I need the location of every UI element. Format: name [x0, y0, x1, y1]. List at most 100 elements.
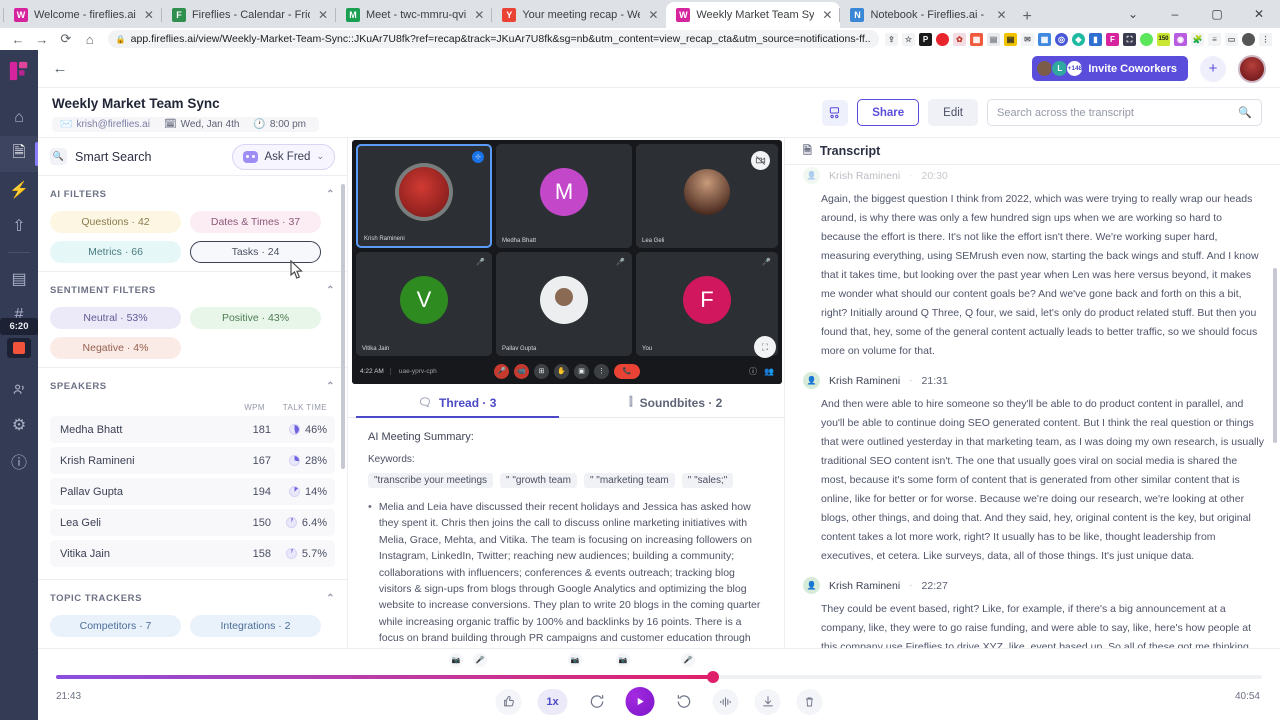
filter-chip-positive[interactable]: Positive · 43% [190, 307, 321, 329]
playback-speed-button[interactable]: 1x [537, 688, 568, 715]
fireflies-icon[interactable]: F [1106, 32, 1119, 46]
loom-icon[interactable]: ◎ [1055, 32, 1068, 46]
add-button[interactable]: + [1200, 55, 1226, 82]
transcript-timestamp[interactable]: 21:31 [922, 375, 948, 387]
news-icon[interactable]: ▮ [1089, 32, 1102, 46]
sidebar-item-help[interactable]: ⓘ [0, 443, 38, 479]
captions-icon[interactable]: ▣ [574, 363, 589, 379]
forward-15-icon[interactable] [671, 689, 697, 715]
download-icon[interactable] [754, 688, 781, 715]
notes-icon[interactable]: ▤ [1004, 32, 1017, 46]
forward-icon[interactable]: → [30, 32, 54, 47]
transcript-search[interactable]: 🔍 [987, 99, 1262, 126]
reload-icon[interactable]: ⟳ [54, 31, 78, 47]
address-bar[interactable]: 🔒 app.fireflies.ai/view/Weekly-Market-Te… [107, 30, 879, 48]
chevron-down-icon[interactable]: ⌄ [1112, 7, 1154, 21]
video-tile-lea-geli[interactable]: Lea Geli [636, 144, 778, 248]
table-row[interactable]: Krish Ramineni 167 28% [50, 447, 335, 474]
invite-coworkers-button[interactable]: L +148 Invite Coworkers [1032, 56, 1188, 81]
rewind-5-icon[interactable] [584, 689, 610, 715]
table-row[interactable]: Vitika Jain 158 5.7% [50, 540, 335, 567]
calendar-icon[interactable]: ▦ [1038, 32, 1051, 46]
sidebar-item-layers[interactable]: ▤ [0, 261, 38, 297]
sidebar-item-teammates[interactable] [0, 371, 38, 407]
tab-soundbites[interactable]: ⫿ Soundbites · 2 [567, 388, 786, 417]
video-tile-pallav-gupta[interactable]: 🎤 Pallav Gupta [496, 252, 632, 356]
chevron-up-icon[interactable]: ⌃ [326, 381, 335, 392]
smart-search-label-group[interactable]: 🔍 Smart Search [50, 148, 151, 165]
fullscreen-icon[interactable]: ⛶ [754, 336, 776, 358]
more-icon[interactable]: ⋮ [594, 363, 609, 379]
delete-icon[interactable] [796, 688, 823, 715]
topic-chip-integrations[interactable]: Integrations · 2 [190, 615, 321, 637]
seek-handle[interactable] [707, 671, 720, 683]
info-icon[interactable]: ⓘ [749, 366, 757, 377]
table-row[interactable]: Pallav Gupta 194 14% [50, 478, 335, 505]
close-icon[interactable]: ✕ [1238, 7, 1280, 21]
filter-chip-neutral[interactable]: Neutral · 53% [50, 307, 181, 329]
puzzle-icon[interactable]: 🧩 [1191, 32, 1204, 46]
table-row[interactable]: Lea Geli 150 6.4% [50, 509, 335, 536]
camera-off-icon[interactable]: 📹 [514, 363, 529, 379]
table-row[interactable]: Medha Bhatt 181 46% [50, 416, 335, 443]
sidebar-item-home[interactable]: ⌂ [0, 100, 38, 136]
pocket-icon[interactable]: P [919, 32, 932, 46]
seek-track[interactable] [56, 671, 1262, 683]
pin-icon[interactable]: ⊹ [472, 151, 484, 163]
edit-button[interactable]: Edit [928, 99, 978, 126]
filter-chip-questions[interactable]: Questions · 42 [50, 211, 181, 233]
grid-icon[interactable]: ▦ [970, 32, 983, 46]
back-arrow-icon[interactable]: ← [38, 60, 82, 77]
close-icon[interactable]: ✕ [648, 9, 658, 21]
avatar[interactable] [1238, 54, 1266, 83]
green-dot-icon[interactable] [1140, 32, 1153, 46]
transcript-entry[interactable]: 👤 Krish Ramineni · 21:31 And then were a… [785, 372, 1280, 566]
filter-chip-dates-times[interactable]: Dates & Times · 37 [190, 211, 321, 233]
raise-hand-icon[interactable]: ✋ [554, 363, 569, 379]
browser-tab[interactable]: Y Your meeting recap - Weekly Ma ✕ [491, 2, 666, 28]
bookmark-star-icon[interactable]: ☆ [902, 32, 915, 46]
filter-chip-negative[interactable]: Negative · 4% [50, 337, 181, 359]
mic-off-icon[interactable]: 🎤 [494, 363, 509, 379]
sidebar-item-settings[interactable]: ⚙ [0, 407, 38, 443]
browser-tab[interactable]: F Fireflies - Calendar - Friday, Janu ✕ [160, 2, 336, 28]
thumbs-up-icon[interactable] [495, 688, 522, 715]
ask-fred-button[interactable]: Ask Fred ⌄ [232, 143, 335, 170]
close-icon[interactable]: ✕ [474, 9, 484, 21]
maximize-icon[interactable]: ▢ [1196, 7, 1238, 21]
chevron-up-icon[interactable]: ⌃ [326, 189, 335, 200]
video-tile-vitika-jain[interactable]: V 🎤 Vitika Jain [356, 252, 492, 356]
new-tab-button[interactable]: + [1015, 8, 1040, 28]
mail-icon[interactable]: ✉ [1021, 32, 1034, 46]
grammar-icon[interactable]: ✿ [953, 32, 966, 46]
share-button[interactable]: Share [857, 99, 920, 126]
filter-chip-metrics[interactable]: Metrics · 66 [50, 241, 181, 263]
stop-recording-button[interactable] [7, 338, 31, 358]
browser-avatar-icon[interactable] [1242, 32, 1255, 46]
sidebar-item-automation[interactable]: ⚡ [0, 172, 38, 208]
timeline-marker-camera-icon[interactable]: 📷 [616, 653, 630, 667]
close-icon[interactable]: ✕ [318, 9, 328, 21]
soundbite-icon[interactable] [712, 688, 739, 715]
back-icon[interactable]: ← [6, 32, 30, 47]
purple-ext-icon[interactable]: ◉ [1174, 32, 1187, 46]
reading-list-icon[interactable]: ≡ [1208, 32, 1221, 46]
people-icon[interactable]: 👥 [764, 367, 774, 376]
chevron-up-icon[interactable]: ⌃ [326, 593, 335, 604]
minimize-icon[interactable]: – [1154, 7, 1196, 21]
search-icon[interactable]: 🔍 [1238, 106, 1252, 119]
play-button[interactable] [625, 687, 655, 716]
transcript-timestamp[interactable]: 20:30 [922, 170, 948, 182]
video-tile-krish-ramineni[interactable]: ⊹ Krish Ramineni [356, 144, 492, 248]
transcript-entry[interactable]: 👤 Krish Ramineni · 20:30 Again, the bigg… [785, 167, 1280, 361]
sidebar-item-notes[interactable]: 🗎 [0, 136, 38, 172]
record-icon[interactable] [936, 32, 949, 46]
share-icon[interactable]: ⇪ [885, 32, 898, 46]
browser-tab[interactable]: M Meet - twc-mmru-qvi ✕ [335, 2, 492, 28]
tab-thread[interactable]: 🗨 Thread · 3 [348, 388, 567, 418]
transcript-timestamp[interactable]: 22:27 [922, 580, 948, 592]
clipboard-icon[interactable]: ◆ [1072, 32, 1085, 46]
transcript-entry[interactable]: 👤 Krish Ramineni · 22:27 They could be e… [785, 577, 1280, 648]
chevron-up-icon[interactable]: ⌃ [326, 285, 335, 296]
search-input[interactable] [997, 106, 1239, 119]
